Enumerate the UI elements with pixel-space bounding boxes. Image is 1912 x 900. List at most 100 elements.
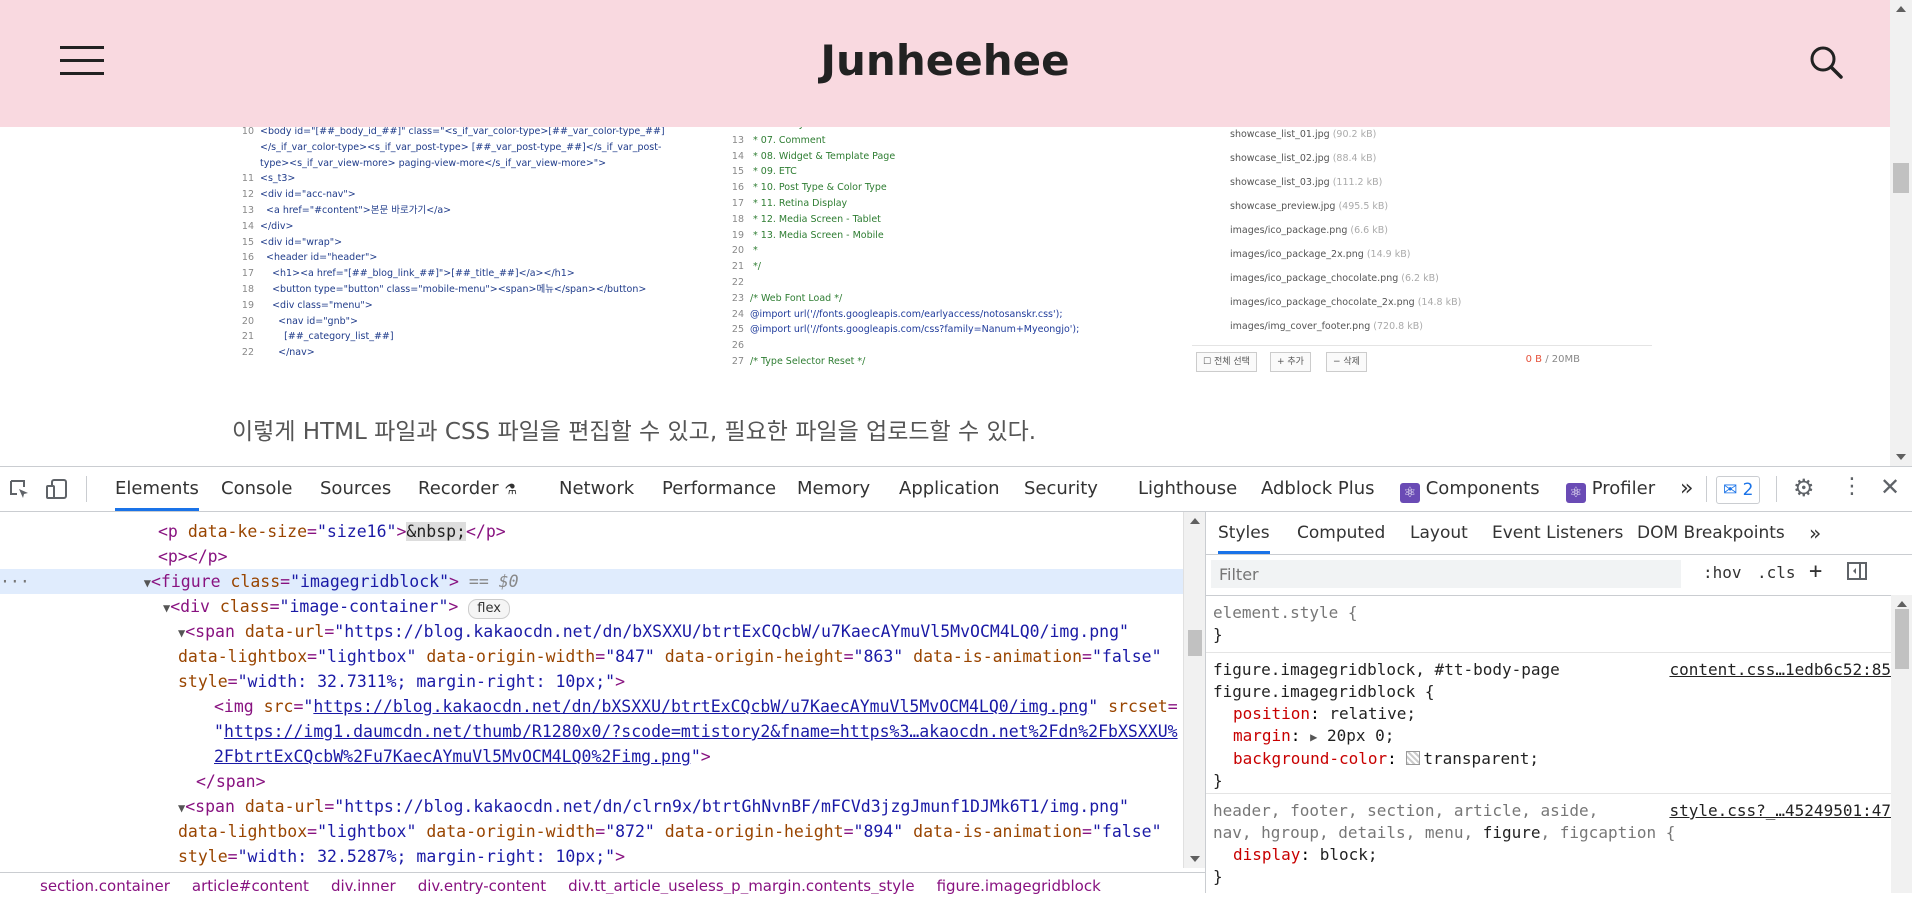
class-toggle[interactable]: .cls [1757, 563, 1796, 582]
code-text: <s_t3> [260, 173, 296, 185]
toggle-sidebar-icon[interactable] [1846, 560, 1868, 586]
scroll-up-icon[interactable] [1190, 518, 1200, 524]
elements-scrollbar[interactable] [1183, 512, 1206, 868]
file-list-item[interactable]: images/ico_package.png (6.6 kB) [1192, 219, 1652, 243]
page-scrollbar[interactable] [1890, 0, 1912, 466]
tab-performance[interactable]: Performance [662, 467, 776, 511]
dom-node-img[interactable]: <img src="https://blog.kakaocdn.net/dn/b… [0, 694, 1183, 719]
tab-lighthouse[interactable]: Lighthouse [1138, 467, 1237, 511]
img-src-link[interactable]: https://blog.kakaocdn.net/dn/bXSXXU/btrt… [313, 697, 1088, 716]
tab-network[interactable]: Network [559, 467, 634, 511]
dom-node-p-nbsp[interactable]: <p data-ke-size="size16">&nbsp;</p> [0, 519, 1183, 544]
file-size: (111.2 kB) [1332, 177, 1383, 188]
file-size: (88.4 kB) [1332, 153, 1377, 164]
file-list-item[interactable]: images/img_cover_footer.png (720.8 kB) [1192, 315, 1652, 339]
tab-sources[interactable]: Sources [320, 467, 391, 511]
styles-scrollbar[interactable] [1891, 595, 1912, 893]
rule-source-link[interactable]: content.css…1edb6c52:85 [1669, 659, 1891, 681]
property-value: transparent; [1423, 749, 1539, 768]
css-property[interactable]: margin: ▶ 20px 0; [1206, 725, 1891, 748]
code-text: * 08. Widget & Template Page [750, 150, 896, 162]
line-number: 23 [731, 292, 744, 304]
tab-event-listeners[interactable]: Event Listeners [1492, 512, 1623, 554]
flex-badge[interactable]: flex [468, 599, 510, 619]
issues-badge[interactable]: ✉ 2 [1716, 476, 1761, 504]
more-tabs-chevron-icon[interactable]: » [1809, 512, 1821, 554]
css-property[interactable]: background-color: transparent; [1206, 748, 1891, 770]
img-srcset-link[interactable]: https://img1.daumcdn.net/thumb/R1280x0/?… [224, 722, 1178, 741]
dom-node-span-1[interactable]: ▼<span data-url="https://blog.kakaocdn.n… [0, 619, 1183, 644]
scroll-down-icon[interactable] [1190, 856, 1200, 862]
file-list-item[interactable]: showcase_list_02.jpg (88.4 kB) [1192, 147, 1652, 171]
tab-profiler[interactable]: ⚛ Profiler [1566, 467, 1655, 511]
tab-recorder[interactable]: Recorder ⚗ [418, 467, 517, 511]
img-srcset-link[interactable]: 2FbtrtExCQcbW%2Fu7KaecAYmuVl5MvOCM4LQ0%2… [214, 747, 691, 766]
code-text: * 09. ETC [750, 166, 797, 178]
file-list-item[interactable]: images/ico_package_2x.png (14.9 kB) [1192, 243, 1652, 267]
hover-state-toggle[interactable]: :hov [1703, 563, 1742, 582]
breadcrumb-item[interactable]: figure.imagegridblock [937, 877, 1101, 894]
tab-security[interactable]: Security [1024, 467, 1098, 511]
code-text: <header id="header"> [260, 252, 378, 264]
storage-used: 0 B [1525, 354, 1543, 365]
dom-node-span-2[interactable]: ▼<span data-url="https://blog.kakaocdn.n… [0, 794, 1183, 819]
filter-input[interactable] [1211, 560, 1681, 588]
code-line: 17 * 11. Retina Display [722, 196, 1192, 212]
line-number: 15 [731, 166, 744, 178]
tab-layout[interactable]: Layout [1410, 512, 1468, 554]
breadcrumb-item[interactable]: section.container [40, 877, 170, 894]
dom-node-span-2-attrs: data-lightbox="lightbox" data-origin-wid… [178, 822, 1162, 841]
tab-elements[interactable]: Elements [115, 467, 199, 511]
css-property[interactable]: display: block; [1206, 844, 1891, 866]
elements-tree[interactable]: <p data-ke-size="size16">&nbsp;</p> <p><… [0, 512, 1183, 872]
tab-styles[interactable]: Styles [1218, 512, 1270, 554]
expand-triangle-icon[interactable]: ▶ [1310, 730, 1317, 744]
tab-memory[interactable]: Memory [797, 467, 870, 511]
attr-name: class [230, 572, 281, 591]
kebab-menu-icon[interactable]: ⋮ [1841, 474, 1863, 499]
file-list-item[interactable]: images/ico_package_chocolate.png (6.2 kB… [1192, 267, 1652, 291]
new-rule-plus-icon[interactable]: + [1809, 559, 1822, 584]
more-tabs-chevron-icon[interactable]: » [1680, 467, 1693, 511]
expand-triangle-icon[interactable]: ▼ [144, 576, 151, 590]
line-number: 13 [731, 134, 744, 146]
dom-node-p-empty[interactable]: <p></p> [0, 544, 1183, 569]
file-list-item[interactable]: showcase_list_03.jpg (111.2 kB) [1192, 171, 1652, 195]
page-scroll-thumb[interactable] [1893, 163, 1909, 193]
dom-node-span-close[interactable]: </span> [0, 769, 1183, 794]
device-toolbar-icon[interactable] [46, 478, 68, 500]
scroll-up-icon[interactable] [1896, 6, 1906, 12]
site-title[interactable]: Junheehee [0, 36, 1890, 85]
gear-icon[interactable]: ⚙ [1793, 474, 1815, 502]
inspect-element-icon[interactable] [8, 478, 30, 500]
react-icon: ⚛ [1566, 483, 1586, 503]
rule-source-link[interactable]: style.css?_…45249501:47 [1669, 800, 1891, 822]
tab-console[interactable]: Console [221, 467, 292, 511]
color-swatch[interactable] [1406, 751, 1421, 765]
search-icon[interactable] [1808, 44, 1844, 80]
tag-close: </span> [196, 772, 266, 791]
file-size: (14.9 kB) [1366, 249, 1411, 260]
select-all-label: 전체 선택 [1213, 357, 1250, 367]
devtools-panel: Elements Console Sources Recorder ⚗ Netw… [0, 466, 1912, 894]
dom-node-figure-selected[interactable]: ··· ▼<figure class="imagegridblock"> == … [0, 569, 1183, 594]
tab-components[interactable]: ⚛ Components [1400, 467, 1540, 511]
styles-scroll-thumb[interactable] [1895, 609, 1909, 669]
tab-dom-breakpoints[interactable]: DOM Breakpoints [1637, 512, 1785, 554]
breadcrumb-item[interactable]: div.tt_article_useless_p_margin.contents… [568, 877, 914, 894]
dom-node-span-1-style: style="width: 32.7311%; margin-right: 10… [178, 672, 626, 691]
file-list-item[interactable]: images/ico_package_chocolate_2x.png (14.… [1192, 291, 1652, 315]
breadcrumb-item[interactable]: article#content [192, 877, 309, 894]
scroll-down-icon[interactable] [1896, 454, 1906, 460]
css-property[interactable]: position: relative; [1206, 703, 1891, 725]
tab-application[interactable]: Application [899, 467, 1000, 511]
dom-node-image-container[interactable]: ▼<div class="image-container"> flex [0, 594, 1183, 619]
scroll-up-icon[interactable] [1897, 601, 1907, 607]
breadcrumb-item[interactable]: div.entry-content [418, 877, 546, 894]
tab-adblock-plus[interactable]: Adblock Plus [1261, 467, 1375, 511]
elements-scroll-thumb[interactable] [1188, 630, 1202, 656]
tab-computed[interactable]: Computed [1297, 512, 1385, 554]
close-icon[interactable]: ✕ [1880, 473, 1900, 501]
file-list-item[interactable]: showcase_preview.jpg (495.5 kB) [1192, 195, 1652, 219]
breadcrumb-item[interactable]: div.inner [331, 877, 396, 894]
